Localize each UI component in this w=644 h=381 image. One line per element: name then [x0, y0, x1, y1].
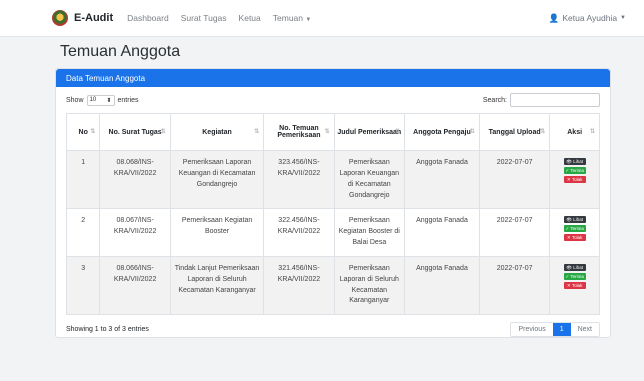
entries-label: entries	[117, 96, 139, 104]
column-header[interactable]: No. Temuan Pemeriksaan ⇅	[263, 113, 335, 151]
sort-icon: ⇅	[540, 129, 546, 135]
reject-button[interactable]: ✕ Tolak	[563, 234, 586, 242]
cell-tanggal: 2022-07-07	[478, 149, 551, 210]
cell-anggota: Anggota Fanada	[403, 255, 480, 316]
cell-temuan: 322.456/INS-KRA/VII/2022	[263, 208, 335, 257]
app-logo	[52, 10, 68, 26]
nav-temuan-label: Temuan	[272, 13, 304, 23]
column-header[interactable]: No ⇅	[65, 113, 101, 151]
findings-table: No ⇅ No. Surat Tugas ⇅ Kegiatan ⇅ No. Temuan P…	[65, 113, 600, 316]
user-icon: 👤	[548, 12, 560, 23]
cell-tanggal: 2022-07-07	[478, 208, 551, 257]
cell-actions: 👁 Lihat ✓ Terima ✕ Tolak	[549, 149, 600, 210]
cell-actions: 👁 Lihat ✓ Terima ✕ Tolak	[549, 208, 600, 257]
view-button[interactable]: 👁 Lihat	[563, 216, 586, 224]
table-row: 1 08.068/INS-KRA/VII/2022 Pemeriksaan Lapo…	[65, 149, 600, 210]
column-header[interactable]: Anggota Pengaju ⇅	[403, 113, 480, 151]
nav-surat-tugas[interactable]: Surat Tugas	[181, 13, 227, 23]
card-header: Data Temuan Anggota	[56, 69, 610, 87]
search-input[interactable]	[510, 93, 600, 107]
accept-button[interactable]: ✓ Terima	[563, 225, 586, 233]
show-label: Show	[66, 96, 84, 104]
nav-dashboard[interactable]: Dashboard	[127, 13, 169, 23]
sort-icon: ⇅	[254, 129, 260, 135]
cell-anggota: Anggota Fanada	[403, 208, 480, 257]
findings-card: Data Temuan Anggota Show 10 ⬍ entries Sea…	[55, 68, 611, 339]
next-button[interactable]: Next	[571, 323, 599, 336]
sort-icon: ⇅	[90, 129, 96, 135]
nav-ketua[interactable]: Ketua	[239, 13, 261, 23]
cell-no: 3	[65, 255, 101, 316]
page-1-button[interactable]: 1	[552, 323, 571, 337]
reject-button[interactable]: ✕ Tolak	[563, 176, 586, 183]
entries-info: Showing 1 to 3 of 3 entries	[66, 326, 149, 334]
cell-actions: 👁 Lihat ✓ Terima ✕ Tolak	[549, 255, 600, 316]
column-header[interactable]: Kegiatan ⇅	[169, 113, 265, 151]
cell-no: 1	[65, 149, 101, 210]
cell-temuan: 321.456/INS-KRA/VII/2022	[263, 255, 335, 316]
cell-no: 2	[65, 208, 101, 257]
sort-icon: ⇅	[589, 129, 595, 135]
cell-anggota: Anggota Fanada	[403, 149, 480, 210]
column-header[interactable]: No. Surat Tugas ⇅	[99, 113, 171, 151]
user-menu[interactable]: 👤 Ketua Ayudhia ▼	[549, 13, 626, 24]
view-button[interactable]: 👁 Lihat	[563, 263, 586, 271]
cell-judul: Pemeriksaan Kegiatan Booster di Balai De…	[333, 208, 405, 257]
cell-temuan: 323.456/INS-KRA/VII/2022	[263, 149, 335, 210]
column-header[interactable]: Aksi ⇅	[549, 113, 600, 151]
chevron-down-icon: ▼	[620, 15, 626, 21]
sort-icon: ⇅	[324, 129, 330, 135]
cell-judul: Pemeriksaan Laporan Keuangan di Kecamata…	[333, 149, 405, 210]
entries-length-control: Show 10 ⬍ entries	[66, 94, 139, 106]
accept-button[interactable]: ✓ Terima	[563, 272, 586, 280]
reject-button[interactable]: ✕ Tolak	[563, 281, 586, 289]
sort-icon: ⇅	[160, 129, 166, 135]
column-header[interactable]: Tanggal Upload ⇅	[478, 113, 551, 151]
search-label: Search:	[482, 96, 507, 104]
cell-kegiatan: Tindak Lanjut Pemeriksaan Laporan di Sel…	[169, 255, 265, 316]
cell-surat: 08.066/INS-KRA/VII/2022	[99, 255, 171, 316]
nav-temuan-dropdown[interactable]: Temuan ▼	[273, 13, 312, 23]
app-brand[interactable]: E-Audit	[74, 12, 113, 24]
entries-select[interactable]: 10 ⬍	[86, 94, 115, 106]
cell-kegiatan: Pemeriksaan Kegiatan Booster	[169, 208, 265, 257]
user-name: Ketua Ayudhia	[562, 13, 618, 23]
cell-judul: Pemeriksaan Laporan di Seluruh Kecamatan…	[333, 255, 405, 316]
prev-button[interactable]: Previous	[511, 323, 552, 336]
accept-button[interactable]: ✓ Terima	[563, 167, 586, 174]
top-navbar: E-Audit Dashboard Surat Tugas Ketua Temu…	[0, 0, 644, 37]
view-button[interactable]: 👁 Lihat	[563, 158, 586, 165]
column-header[interactable]: Judul Pemeriksaan ⇅	[333, 113, 405, 151]
pagination: Previous 1 Next	[510, 322, 600, 338]
cell-surat: 08.067/INS-KRA/VII/2022	[99, 208, 171, 257]
sort-icon: ⇅	[469, 129, 475, 135]
chevron-down-icon: ▼	[305, 17, 312, 23]
cell-kegiatan: Pemeriksaan Laporan Keuangan di Kecamata…	[169, 149, 265, 210]
table-row: 3 08.066/INS-KRA/VII/2022 Tindak Lanjut Pe…	[65, 255, 600, 316]
cell-surat: 08.068/INS-KRA/VII/2022	[99, 149, 171, 210]
page-title: Temuan Anggota	[60, 43, 181, 60]
table-row: 2 08.067/INS-KRA/VII/2022 Pemeriksaan Kegi…	[65, 208, 600, 257]
cell-tanggal: 2022-07-07	[478, 255, 551, 316]
sort-icon: ⇅	[394, 129, 400, 135]
